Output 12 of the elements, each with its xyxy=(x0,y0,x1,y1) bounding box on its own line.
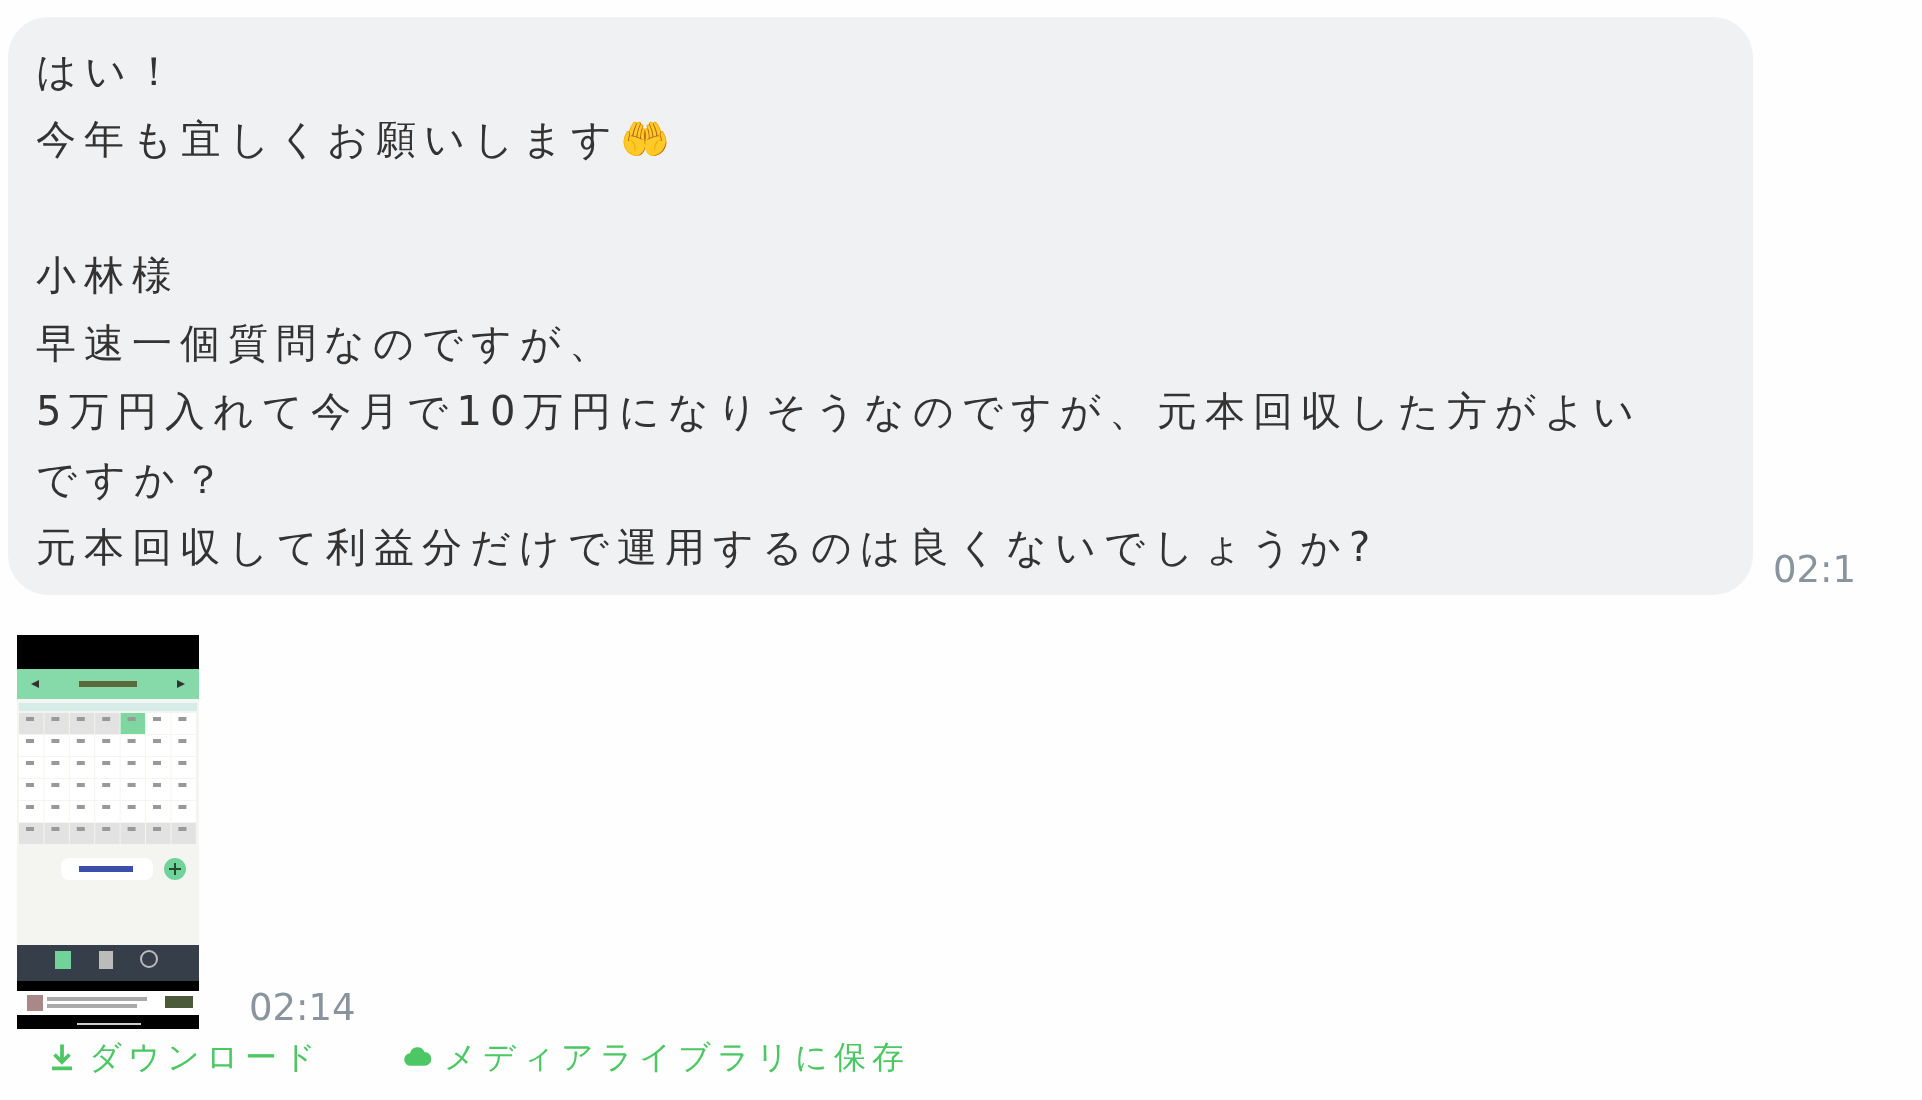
message-text-line: ですか？ xyxy=(36,455,231,504)
message-time: 02:1 xyxy=(1773,548,1857,593)
media-action-link[interactable]: ダウンロード xyxy=(47,1037,322,1077)
message-time: 02:14 xyxy=(249,986,356,1029)
media-action-link[interactable]: メディアライブラリに保存 xyxy=(402,1037,910,1077)
message-text-line: はい！ xyxy=(36,47,182,96)
message-text-line: 5万円入れて今月で10万円になりそうなのですが、元本回収した方がよい xyxy=(36,387,1643,436)
message-text-line: 今年も宜しくお願いします🤲 xyxy=(36,115,678,164)
message-text-line: 元本回収して利益分だけで運用するのは良くないでしょうか? xyxy=(36,523,1379,572)
phone-screenshot-drawing[interactable] xyxy=(17,635,199,1029)
message-text-line: 早速一個質問なのですが、 xyxy=(36,319,617,368)
message-text-line: 小林様 xyxy=(36,251,180,300)
